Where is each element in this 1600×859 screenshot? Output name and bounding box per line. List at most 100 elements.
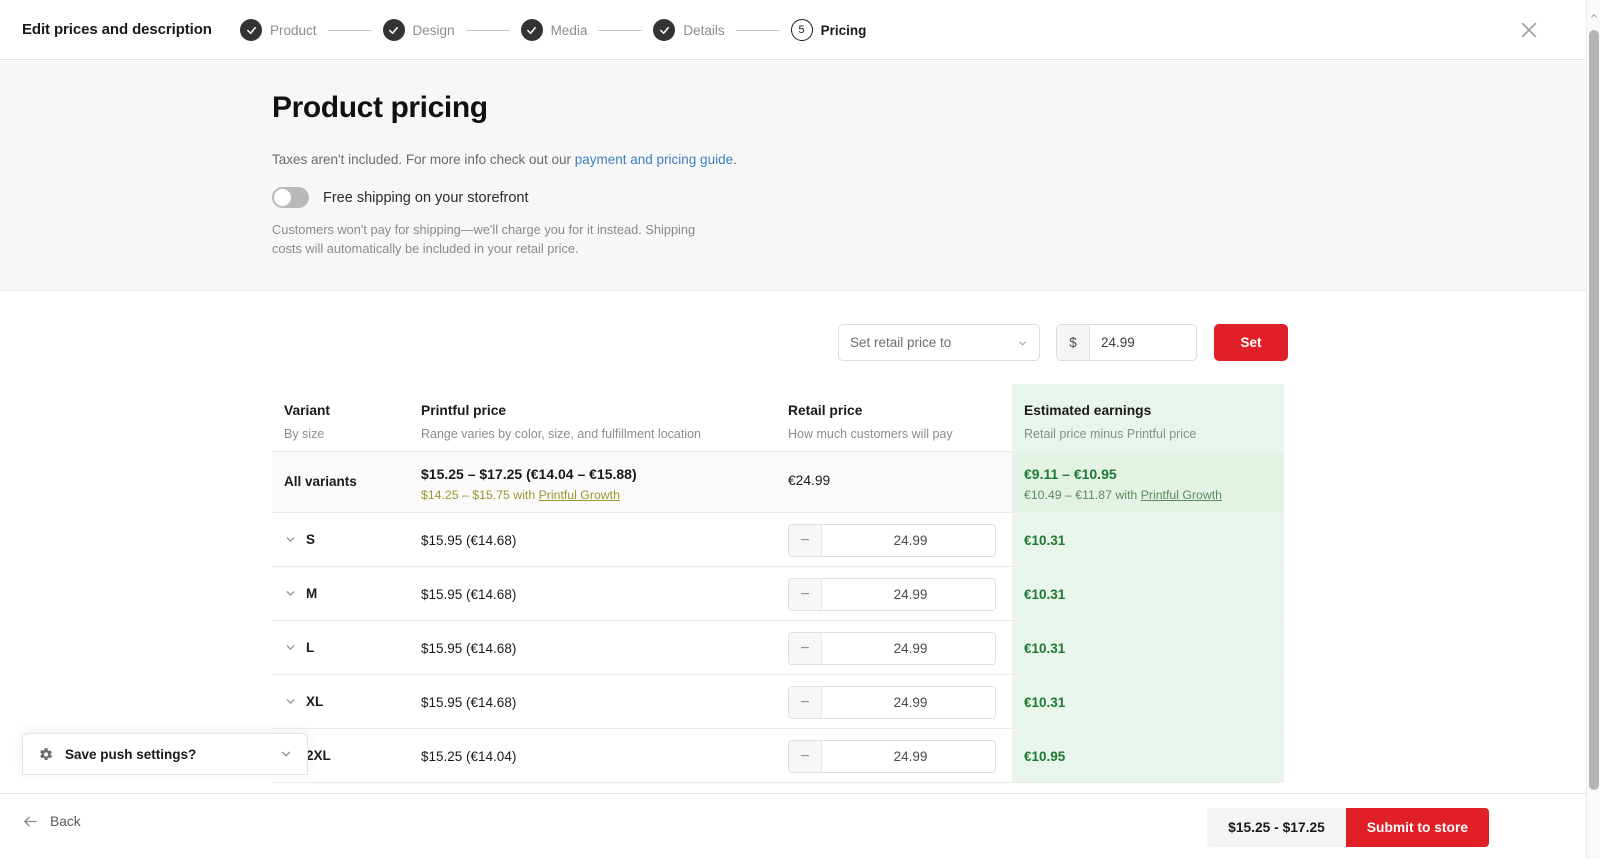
variant-earnings: €10.31	[1024, 533, 1066, 548]
step-design[interactable]: Design	[382, 19, 455, 41]
submit-to-store-button[interactable]: Submit to store	[1345, 808, 1489, 847]
retail-price-input[interactable]	[822, 633, 995, 664]
variant-name-cell: XL	[284, 694, 323, 709]
variant-name: S	[306, 532, 316, 547]
printful-growth-link[interactable]: Printful Growth	[1141, 488, 1222, 502]
column-header-estimated-earnings: Estimated earnings Retail price minus Pr…	[1024, 403, 1196, 441]
free-shipping-toggle[interactable]	[272, 187, 309, 208]
step-label: Design	[412, 22, 455, 38]
variant-name: L	[306, 640, 315, 655]
back-label: Back	[50, 814, 81, 829]
variant-name-cell: M	[284, 586, 317, 601]
tax-note: Taxes aren't included. For more info che…	[272, 152, 737, 167]
column-title: Retail price	[788, 403, 863, 418]
set-button[interactable]: Set	[1214, 324, 1288, 361]
chevron-down-icon[interactable]	[284, 641, 297, 654]
column-header-variant: Variant By size	[284, 403, 330, 441]
toggle-knob	[274, 189, 291, 206]
growth-price-text: $14.25 – $15.75 with	[421, 488, 539, 502]
table-header-row: Variant By size Printful price Range var…	[272, 384, 1284, 452]
step-product[interactable]: Product	[240, 19, 317, 41]
retail-price-input[interactable]	[822, 579, 995, 610]
step-connector	[465, 29, 510, 31]
back-button[interactable]: Back	[22, 813, 81, 830]
printful-growth-link[interactable]: Printful Growth	[539, 488, 620, 502]
variant-earnings-cell: €10.95	[1012, 729, 1284, 782]
retail-price-input[interactable]	[822, 741, 995, 772]
column-title: Printful price	[421, 403, 507, 418]
save-push-settings-label: Save push settings?	[65, 746, 197, 762]
save-push-settings-panel[interactable]: Save push settings?	[22, 733, 308, 775]
chevron-down-icon[interactable]	[284, 533, 297, 546]
variant-earnings-cell: €10.31	[1012, 513, 1284, 566]
chevron-down-icon[interactable]	[284, 695, 297, 708]
tax-note-suffix: .	[733, 152, 737, 167]
free-shipping-note: Customers won't pay for shipping—we'll c…	[272, 222, 696, 256]
step-label: Details	[683, 22, 725, 38]
decrement-button[interactable]: −	[789, 687, 822, 718]
variant-name: XL	[306, 694, 324, 709]
step-connector	[735, 29, 780, 31]
variant-printful-price: $15.95 (€14.68)	[421, 641, 517, 656]
variant-name-cell: S	[284, 532, 315, 547]
variant-earnings-cell: €10.31	[1012, 675, 1284, 728]
footer-bar: Back $15.25 - $17.25 Submit to store	[0, 793, 1586, 859]
variant-earnings: €10.31	[1024, 641, 1066, 656]
pricing-intro-section: Product pricing Taxes aren't included. F…	[0, 61, 1586, 291]
all-variants-earnings: €9.11 – €10.95	[1024, 466, 1117, 482]
step-complete-check-icon	[382, 19, 405, 41]
payment-pricing-guide-link[interactable]: payment and pricing guide	[575, 152, 733, 167]
variant-printful-price: $15.95 (€14.68)	[421, 695, 517, 710]
table-row: L $15.95 (€14.68) −+ €10.31	[272, 621, 1284, 675]
variants-pricing-table: Variant By size Printful price Range var…	[272, 384, 1284, 783]
decrement-button[interactable]: −	[789, 525, 822, 556]
page-title: Edit prices and description	[22, 21, 212, 38]
scroll-up-icon[interactable]	[1590, 7, 1598, 18]
all-variants-row: All variants $15.25 – $17.25 (€14.04 – €…	[272, 452, 1284, 513]
step-label: Product	[270, 22, 317, 38]
chevron-down-icon[interactable]	[284, 587, 297, 600]
free-shipping-row: Free shipping on your storefront	[272, 187, 737, 208]
set-retail-price-select[interactable]: Set retail price to	[838, 324, 1040, 361]
variant-earnings-cell: €10.31	[1012, 621, 1284, 674]
step-complete-check-icon	[653, 19, 676, 41]
earnings-growth-text: €10.49 – €11.87 with	[1024, 488, 1141, 502]
retail-price-input[interactable]	[822, 687, 995, 718]
column-title: Variant	[284, 403, 331, 418]
decrement-button[interactable]: −	[789, 633, 822, 664]
bulk-price-field-group: $	[1056, 324, 1197, 361]
close-icon[interactable]	[1518, 19, 1540, 41]
step-number-badge: 5	[790, 19, 813, 41]
column-title: Estimated earnings	[1024, 403, 1152, 418]
column-subtitle: Range varies by color, size, and fulfill…	[421, 427, 702, 441]
retail-price-input[interactable]	[822, 525, 995, 556]
step-complete-check-icon	[240, 19, 262, 41]
set-retail-price-select-value: Set retail price to	[850, 335, 952, 350]
variant-earnings: €10.31	[1024, 587, 1066, 602]
scrollbar-thumb[interactable]	[1589, 30, 1599, 790]
step-media[interactable]: Media	[520, 19, 588, 41]
all-variants-retail-price: €24.99	[788, 473, 831, 488]
all-variants-label: All variants	[284, 474, 357, 489]
table-row: XL $15.95 (€14.68) −+ €10.31	[272, 675, 1284, 729]
chevron-down-icon[interactable]	[279, 747, 293, 761]
tax-note-prefix: Taxes aren't included. For more info che…	[272, 152, 575, 167]
step-label: Media	[550, 22, 588, 38]
retail-price-stepper: −+	[788, 578, 996, 611]
retail-price-stepper: −+	[788, 632, 996, 665]
currency-symbol: $	[1057, 325, 1090, 360]
bulk-price-input[interactable]	[1090, 325, 1196, 360]
table-row: M $15.95 (€14.68) −+ €10.31	[272, 567, 1284, 621]
arrow-left-icon	[22, 813, 39, 830]
step-details[interactable]: Details	[653, 19, 725, 41]
all-variants-printful-price: $15.25 – $17.25 (€14.04 – €15.88)	[421, 466, 637, 482]
vertical-scrollbar[interactable]	[1586, 0, 1600, 859]
variant-rows: S $15.95 (€14.68) −+ €10.31 M $15.95 (€14.68)…	[272, 513, 1284, 783]
decrement-button[interactable]: −	[789, 741, 822, 772]
column-subtitle: By size	[284, 427, 325, 441]
step-pricing[interactable]: 5 Pricing	[790, 19, 866, 41]
decrement-button[interactable]: −	[789, 579, 822, 610]
retail-price-stepper: −+	[788, 740, 996, 773]
variant-printful-price: $15.25 (€14.04)	[421, 749, 517, 764]
footer-actions: $15.25 - $17.25 Submit to store	[1207, 808, 1489, 847]
